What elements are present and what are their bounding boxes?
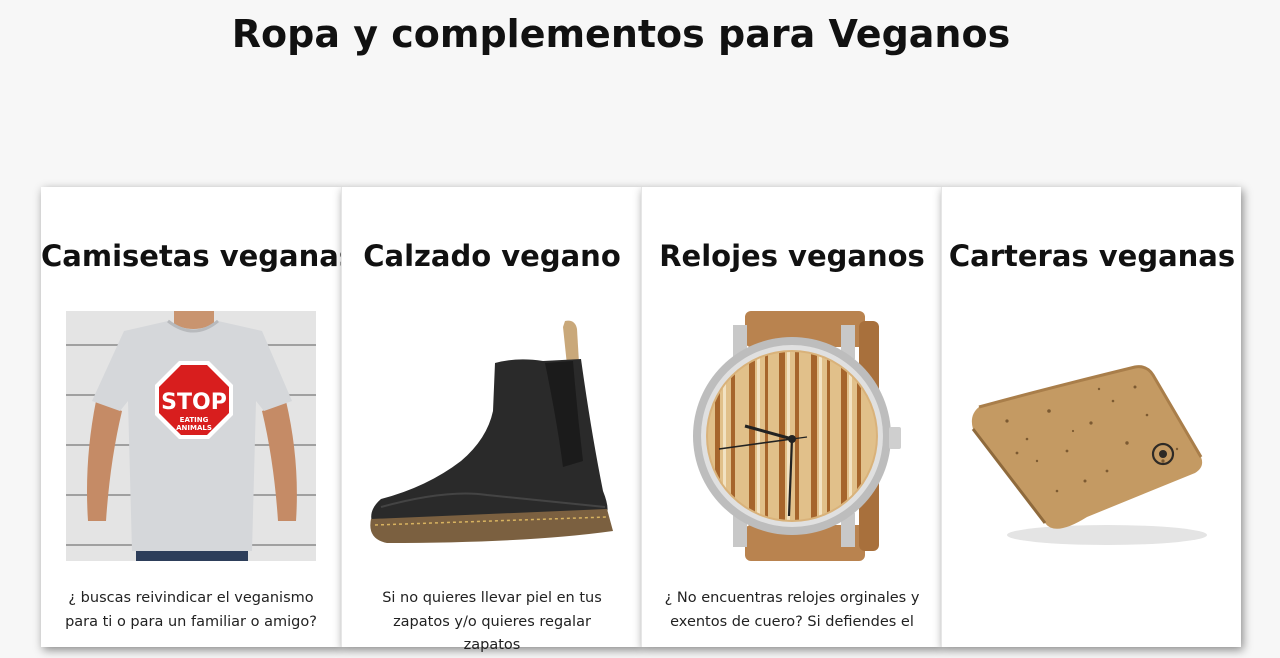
cork-wallet-image[interactable] [967,311,1217,561]
card-title[interactable]: Calzado vegano [342,239,642,273]
shirt-animals-text: ANIMALS [176,424,212,432]
category-card-camisetas[interactable]: Camisetas veganas STOP EATING ANIMALS ¿ … [41,187,356,647]
card-title[interactable]: Camisetas veganas [41,239,356,273]
page-title: Ropa y complementos para Veganos [231,12,1011,56]
vegan-boot-image[interactable] [367,311,617,561]
product-category-grid: Camisetas veganas STOP EATING ANIMALS ¿ … [41,187,1241,653]
category-card-calzado[interactable]: Calzado vegano Si no quieres llevar piel… [341,187,642,653]
card-description: Si no quieres llevar piel en tus zapatos… [382,590,602,653]
category-card-carteras[interactable]: Carteras veganas [941,187,1241,647]
shirt-stop-text: STOP [161,390,227,415]
card-title[interactable]: Carteras veganas [942,239,1242,273]
card-title[interactable]: Relojes veganos [642,239,942,273]
category-card-relojes[interactable]: Relojes veganos ¿ No encuentras relojes … [641,187,941,647]
card-description: ¿ buscas reivindicar el veganismo para t… [65,590,317,630]
card-description: ¿ No encuentras relojes orginales y exen… [664,590,920,630]
shirt-eating-text: EATING [180,416,209,424]
wooden-watch-image[interactable] [667,311,917,561]
vegan-tshirt-image[interactable]: STOP EATING ANIMALS [66,311,316,561]
